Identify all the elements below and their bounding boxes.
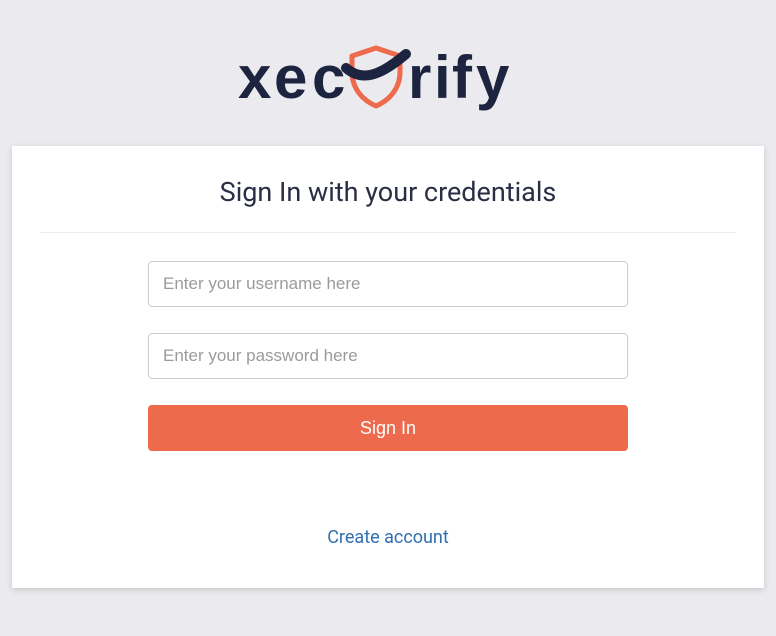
svg-text:r: r [408,44,431,111]
signin-button[interactable]: Sign In [148,405,628,451]
svg-text:e: e [274,44,307,111]
svg-text:f: f [452,44,473,111]
svg-text:x: x [238,44,271,111]
signin-card: Sign In with your credentials Sign In Cr… [12,146,764,588]
username-input[interactable] [148,261,628,307]
signin-form: Sign In Create account [12,233,764,588]
card-header: Sign In with your credentials [12,146,764,232]
logo-container: x e c r i f y [0,0,776,146]
password-input[interactable] [148,333,628,379]
svg-text:y: y [476,44,510,111]
svg-text:c: c [312,44,345,111]
page-heading: Sign In with your credentials [32,176,744,208]
shield-icon [346,48,406,106]
create-account-link[interactable]: Create account [327,527,449,548]
svg-text:i: i [434,44,451,111]
brand-logo: x e c r i f y [238,40,538,116]
